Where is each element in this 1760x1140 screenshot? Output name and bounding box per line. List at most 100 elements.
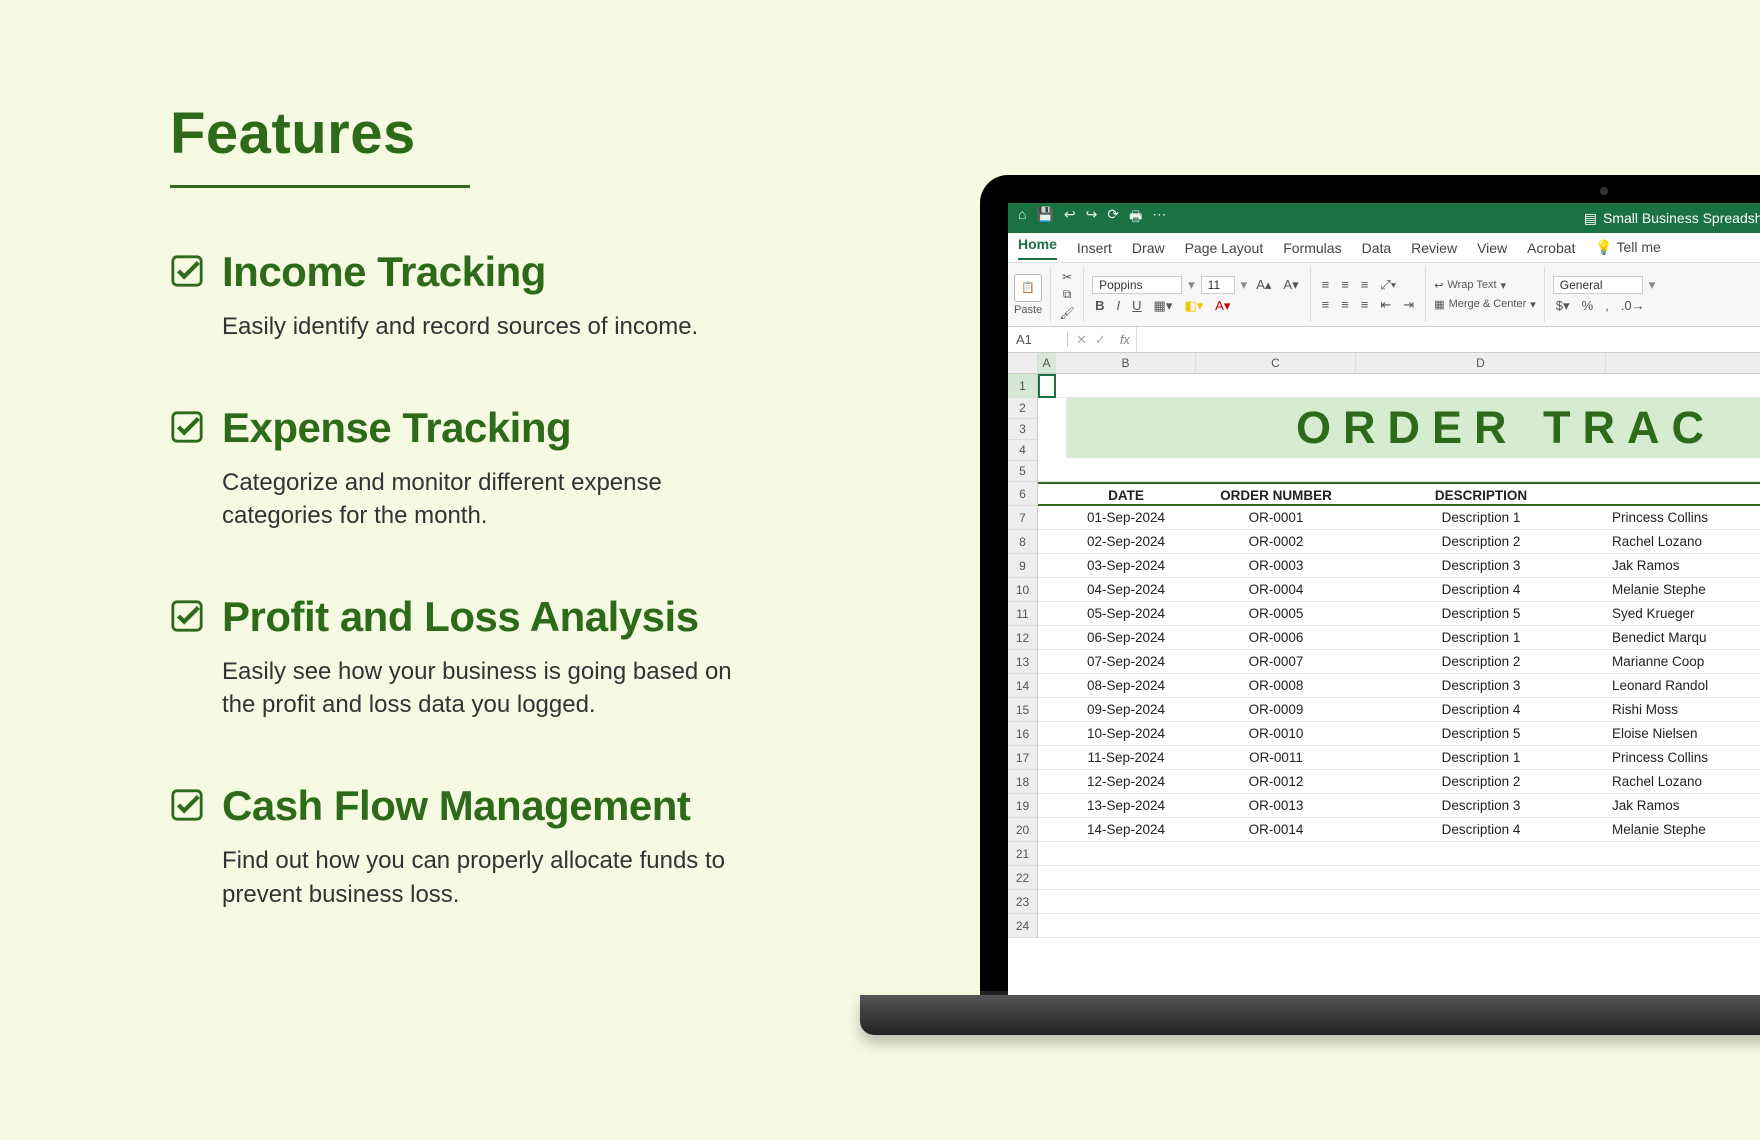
table-row[interactable]: 14-Sep-2024OR-0014Description 4Melanie S… <box>1038 818 1760 842</box>
empty-row[interactable] <box>1038 914 1760 938</box>
select-all-corner[interactable] <box>1008 353 1038 373</box>
save-icon[interactable]: 💾 <box>1036 206 1053 230</box>
number-format-select[interactable]: General <box>1553 276 1643 294</box>
table-row[interactable]: 01-Sep-2024OR-0001Description 1Princess … <box>1038 506 1760 530</box>
cell-date[interactable]: 10-Sep-2024 <box>1056 722 1196 745</box>
cut-icon[interactable]: ✂ <box>1059 269 1075 285</box>
table-row[interactable]: 08-Sep-2024OR-0008Description 3Leonard R… <box>1038 674 1760 698</box>
cell-order[interactable]: OR-0002 <box>1196 530 1356 553</box>
row-header[interactable]: 22 <box>1008 866 1037 890</box>
cancel-icon[interactable]: ✕ <box>1076 332 1087 348</box>
cell-desc[interactable]: Description 2 <box>1356 530 1606 553</box>
tab-view[interactable]: View <box>1477 240 1507 256</box>
cell-order[interactable]: OR-0007 <box>1196 650 1356 673</box>
more-icon[interactable]: ⋯ <box>1152 206 1166 230</box>
row-header[interactable]: 14 <box>1008 674 1037 698</box>
col-header-b[interactable]: B <box>1056 353 1196 373</box>
col-header-a[interactable]: A <box>1038 353 1056 373</box>
cell-order[interactable]: OR-0013 <box>1196 794 1356 817</box>
cell-customer[interactable]: Melanie Stephe <box>1606 578 1760 601</box>
col-header-c[interactable]: C <box>1196 353 1356 373</box>
row-header[interactable]: 10 <box>1008 578 1037 602</box>
formula-input[interactable] <box>1136 327 1760 352</box>
cell-order[interactable]: OR-0008 <box>1196 674 1356 697</box>
cell-date[interactable]: 13-Sep-2024 <box>1056 794 1196 817</box>
cell-customer[interactable]: Rachel Lozano <box>1606 770 1760 793</box>
cell-desc[interactable]: Description 3 <box>1356 794 1606 817</box>
cell-customer[interactable]: Rachel Lozano <box>1606 530 1760 553</box>
table-row[interactable]: 05-Sep-2024OR-0005Description 5Syed Krue… <box>1038 602 1760 626</box>
row-header[interactable]: 12 <box>1008 626 1037 650</box>
cell-date[interactable]: 07-Sep-2024 <box>1056 650 1196 673</box>
cell-customer[interactable]: Leonard Randol <box>1606 674 1760 697</box>
row-header[interactable]: 13 <box>1008 650 1037 674</box>
undo-icon[interactable]: ↩ <box>1064 206 1076 230</box>
tab-formulas[interactable]: Formulas <box>1283 240 1341 256</box>
row-header[interactable]: 9 <box>1008 554 1037 578</box>
row-header[interactable]: 4 <box>1008 440 1037 461</box>
tab-page-layout[interactable]: Page Layout <box>1185 240 1264 256</box>
cells-area[interactable]: ORDER TRAC DATE ORDER NUMBER DESCRIPTION… <box>1038 374 1760 938</box>
decrease-font-icon[interactable]: A▾ <box>1280 277 1301 293</box>
percent-icon[interactable]: % <box>1579 298 1597 313</box>
cell-order[interactable]: OR-0005 <box>1196 602 1356 625</box>
row-header[interactable]: 5 <box>1008 461 1037 482</box>
align-bottom-icon[interactable]: ≡ <box>1358 277 1372 292</box>
row-header[interactable]: 23 <box>1008 890 1037 914</box>
row-header[interactable]: 1 <box>1008 374 1037 398</box>
cell-customer[interactable]: Rishi Moss <box>1606 698 1760 721</box>
cell-customer[interactable]: Princess Collins <box>1606 746 1760 769</box>
table-row[interactable]: 04-Sep-2024OR-0004Description 4Melanie S… <box>1038 578 1760 602</box>
tab-review[interactable]: Review <box>1411 240 1457 256</box>
row-header[interactable]: 24 <box>1008 914 1037 938</box>
increase-font-icon[interactable]: A▴ <box>1253 277 1274 293</box>
cell-desc[interactable]: Description 5 <box>1356 722 1606 745</box>
align-center-icon[interactable]: ≡ <box>1338 297 1352 312</box>
row-header[interactable]: 17 <box>1008 746 1037 770</box>
cell-desc[interactable]: Description 4 <box>1356 818 1606 841</box>
row-header[interactable]: 3 <box>1008 419 1037 440</box>
increase-indent-icon[interactable]: ⇥ <box>1400 297 1417 313</box>
row-header[interactable]: 11 <box>1008 602 1037 626</box>
row-header[interactable]: 6 <box>1008 482 1037 506</box>
underline-button[interactable]: U <box>1129 298 1144 313</box>
table-row[interactable]: 06-Sep-2024OR-0006Description 1Benedict … <box>1038 626 1760 650</box>
cell-customer[interactable]: Jak Ramos <box>1606 554 1760 577</box>
table-row[interactable]: 03-Sep-2024OR-0003Description 3Jak Ramos <box>1038 554 1760 578</box>
font-color-button[interactable]: A▾ <box>1212 298 1233 314</box>
cell-customer[interactable]: Syed Krueger <box>1606 602 1760 625</box>
cell-order[interactable]: OR-0003 <box>1196 554 1356 577</box>
cell-date[interactable]: 02-Sep-2024 <box>1056 530 1196 553</box>
align-top-icon[interactable]: ≡ <box>1319 277 1333 292</box>
home-icon[interactable]: ⌂ <box>1018 206 1026 230</box>
cell-customer[interactable]: Princess Collins <box>1606 506 1760 529</box>
row-header[interactable]: 19 <box>1008 794 1037 818</box>
cell-order[interactable]: OR-0001 <box>1196 506 1356 529</box>
align-right-icon[interactable]: ≡ <box>1358 297 1372 312</box>
row-header[interactable]: 20 <box>1008 818 1037 842</box>
increase-decimal-icon[interactable]: .0→ <box>1618 298 1648 313</box>
cell-desc[interactable]: Description 1 <box>1356 746 1606 769</box>
cell-order[interactable]: OR-0011 <box>1196 746 1356 769</box>
format-painter-icon[interactable]: 🖌 <box>1059 305 1075 321</box>
cell-date[interactable]: 03-Sep-2024 <box>1056 554 1196 577</box>
tab-data[interactable]: Data <box>1362 240 1392 256</box>
cell-desc[interactable]: Description 5 <box>1356 602 1606 625</box>
cell-desc[interactable]: Description 3 <box>1356 554 1606 577</box>
cell-order[interactable]: OR-0006 <box>1196 626 1356 649</box>
row-header[interactable]: 21 <box>1008 842 1037 866</box>
cell-customer[interactable]: Melanie Stephe <box>1606 818 1760 841</box>
row-header[interactable]: 2 <box>1008 398 1037 419</box>
cell-date[interactable]: 09-Sep-2024 <box>1056 698 1196 721</box>
table-row[interactable]: 02-Sep-2024OR-0002Description 2Rachel Lo… <box>1038 530 1760 554</box>
cell-date[interactable]: 11-Sep-2024 <box>1056 746 1196 769</box>
row-header[interactable]: 7 <box>1008 506 1037 530</box>
cell-desc[interactable]: Description 2 <box>1356 770 1606 793</box>
empty-row[interactable] <box>1038 842 1760 866</box>
cell-customer[interactable]: Marianne Coop <box>1606 650 1760 673</box>
table-row[interactable]: 13-Sep-2024OR-0013Description 3Jak Ramos <box>1038 794 1760 818</box>
tab-home[interactable]: Home <box>1018 236 1057 260</box>
row-header[interactable]: 18 <box>1008 770 1037 794</box>
cell-order[interactable]: OR-0004 <box>1196 578 1356 601</box>
refresh-icon[interactable]: ⟳ <box>1107 206 1119 230</box>
